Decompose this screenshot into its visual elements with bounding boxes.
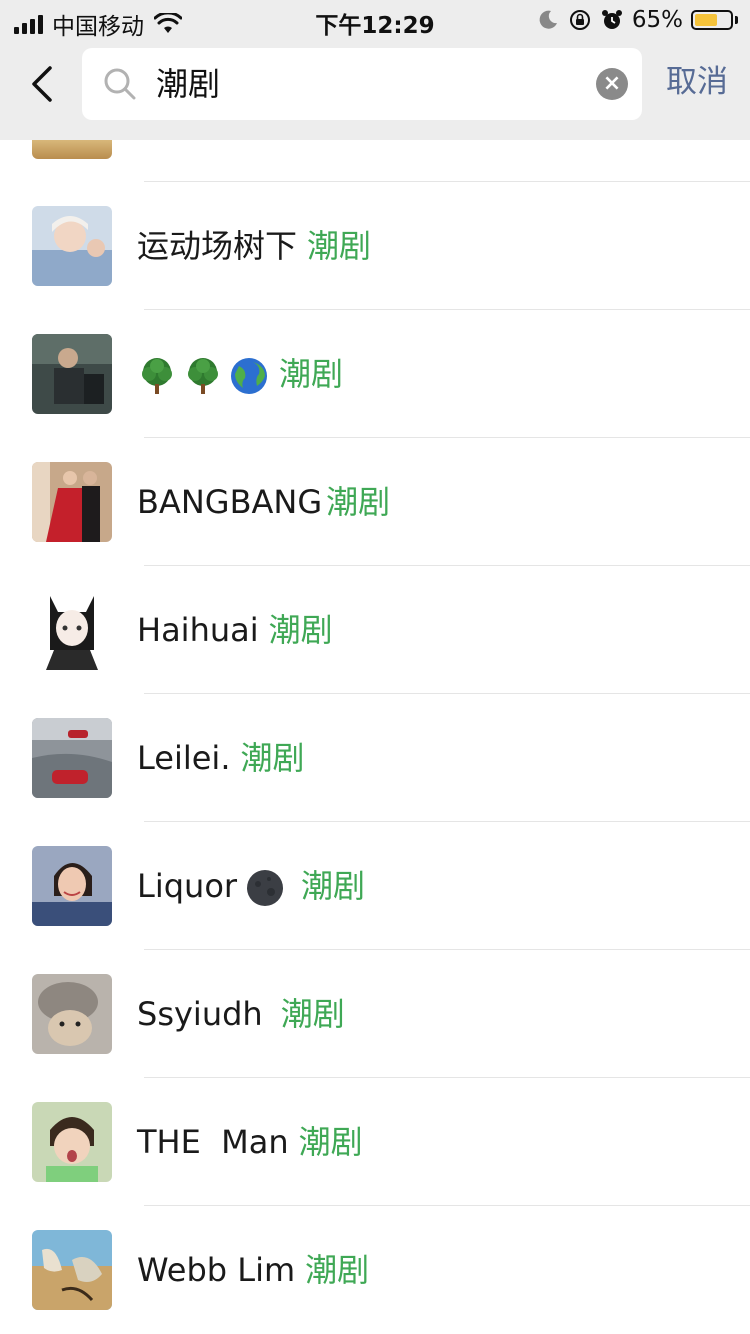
- clear-icon[interactable]: ×: [596, 68, 628, 100]
- chevron-left-icon[interactable]: [26, 64, 60, 104]
- avatar: [32, 1230, 112, 1310]
- tree-icon: [142, 358, 172, 394]
- status-bar: 中国移动 下午12:29 65%: [0, 0, 750, 40]
- match-keyword: 潮剧: [298, 1123, 363, 1161]
- avatar: [32, 140, 112, 159]
- battery-icon: [691, 10, 733, 30]
- avatar: [32, 206, 112, 286]
- result-text: THE Man 潮剧: [137, 1078, 363, 1206]
- avatar: [32, 718, 112, 798]
- list-item[interactable]: Liquor 潮剧: [0, 822, 750, 950]
- search-header: × 取消: [0, 40, 750, 140]
- list-item[interactable]: 潮剧: [0, 310, 750, 438]
- list-item[interactable]: BANGBANG 潮剧: [0, 438, 750, 566]
- match-keyword: 潮剧: [301, 867, 366, 905]
- list-item[interactable]: 运动场树下 潮剧: [0, 182, 750, 310]
- avatar: [32, 974, 112, 1054]
- cancel-button[interactable]: 取消: [666, 60, 728, 104]
- match-keyword: 潮剧: [326, 483, 391, 521]
- contact-name: Haihuai: [137, 611, 259, 649]
- avatar: [32, 462, 112, 542]
- match-keyword: 潮剧: [305, 1251, 370, 1289]
- alarm-icon: [601, 10, 622, 29]
- contact-name: 运动场树下: [137, 227, 298, 265]
- search-box[interactable]: ×: [82, 48, 642, 120]
- globe-icon: [231, 358, 267, 394]
- moon-icon: [539, 10, 557, 29]
- orientation-lock-icon: [569, 10, 590, 30]
- battery-tip: [735, 16, 738, 24]
- list-item[interactable]: Ssyiudh 潮剧: [0, 950, 750, 1078]
- result-text: Webb Lim 潮剧: [137, 1206, 369, 1334]
- result-text: BANGBANG 潮剧: [137, 438, 390, 566]
- contact-name: BANGBANG: [137, 483, 323, 521]
- result-text: Liquor 潮剧: [137, 822, 365, 950]
- result-text: Leilei. 潮剧: [137, 694, 305, 822]
- match-keyword: 潮剧: [280, 995, 345, 1033]
- avatar: [32, 590, 112, 670]
- search-results-list: 运动场树下 潮剧 潮剧 BANGBANG 潮剧 Haihuai 潮剧 Leile…: [0, 140, 750, 1334]
- avatar: [32, 846, 112, 926]
- list-item-partial[interactable]: [0, 140, 750, 182]
- avatar: [32, 334, 112, 414]
- list-item[interactable]: Leilei. 潮剧: [0, 694, 750, 822]
- battery-percent: 65%: [631, 7, 683, 33]
- contact-name: Webb Lim: [137, 1251, 296, 1289]
- list-item[interactable]: Haihuai 潮剧: [0, 566, 750, 694]
- result-text: Ssyiudh 潮剧: [137, 950, 345, 1078]
- result-text: 运动场树下 潮剧: [137, 182, 371, 310]
- status-right: 65%: [536, 7, 738, 33]
- search-input[interactable]: [156, 48, 576, 120]
- search-icon: [104, 68, 136, 100]
- result-text: 潮剧: [137, 310, 343, 438]
- result-text: Haihuai 潮剧: [137, 566, 333, 694]
- list-item[interactable]: THE Man 潮剧: [0, 1078, 750, 1206]
- contact-name: THE Man: [137, 1123, 289, 1161]
- contact-name: Liquor: [137, 867, 238, 905]
- tree-icon: [188, 358, 218, 394]
- match-keyword: 潮剧: [268, 611, 333, 649]
- new-moon-icon: [247, 870, 284, 906]
- contact-name: Leilei.: [137, 739, 231, 777]
- avatar: [32, 1102, 112, 1182]
- match-keyword: 潮剧: [279, 355, 344, 393]
- list-item[interactable]: Webb Lim 潮剧: [0, 1206, 750, 1334]
- contact-name: Ssyiudh: [137, 995, 263, 1033]
- match-keyword: 潮剧: [307, 227, 372, 265]
- match-keyword: 潮剧: [240, 739, 305, 777]
